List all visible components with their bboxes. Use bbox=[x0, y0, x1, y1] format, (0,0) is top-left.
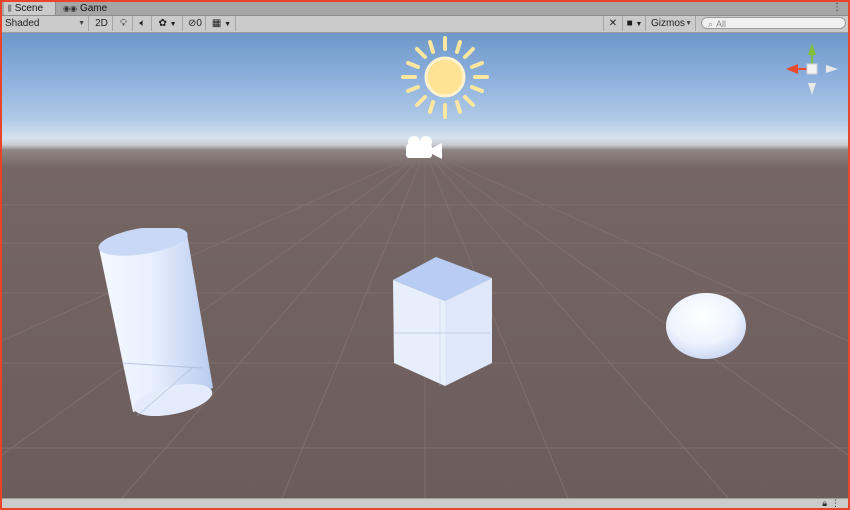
gizmos-label: Gizmos bbox=[651, 18, 685, 29]
chevron-down-icon: ▼ bbox=[635, 21, 643, 28]
tab-scene-label: Scene bbox=[14, 3, 44, 14]
scene-window: ⫼ Scene ◉◉ Game ⋮ Shaded ▼ 2D 💡︎ 🔈︎ ✿ ▼ ⊘0… bbox=[0, 0, 850, 510]
status-bar: 🔒︎⋮ bbox=[2, 498, 848, 508]
camera-icon: ■ bbox=[626, 18, 633, 29]
scene-toolbar: Shaded ▼ 2D 💡︎ 🔈︎ ✿ ▼ ⊘0 ▦ ▼ ✕ ■ ▼ Gizmo… bbox=[2, 16, 848, 33]
tools-button[interactable]: ✕ bbox=[603, 16, 623, 31]
search-icon: ⌕ bbox=[708, 19, 714, 29]
lock-icon[interactable]: 🔒︎ bbox=[822, 498, 831, 508]
draw-mode-label: Shaded bbox=[5, 18, 40, 29]
directional-light-icon[interactable] bbox=[397, 33, 493, 125]
lightbulb-icon: 💡︎ bbox=[120, 18, 127, 29]
tab-strip: ⫼ Scene ◉◉ Game ⋮ bbox=[2, 2, 848, 16]
chevron-down-icon: ▼ bbox=[78, 20, 85, 27]
chevron-down-icon: ▼ bbox=[224, 21, 232, 28]
tab-game[interactable]: ◉◉ Game bbox=[59, 2, 109, 15]
camera-settings-dropdown[interactable]: ■ ▼ bbox=[624, 16, 646, 31]
scene-viewport[interactable] bbox=[2, 33, 848, 498]
grid-dropdown[interactable]: ▦ ▼ bbox=[208, 16, 236, 31]
speaker-icon: 🔈︎ bbox=[139, 18, 146, 29]
overflow-icon[interactable]: ⋮ bbox=[831, 498, 844, 508]
search-placeholder: All bbox=[716, 19, 727, 29]
effects-dropdown[interactable]: ✿ ▼ bbox=[153, 16, 183, 31]
audio-toggle[interactable]: 🔈︎ bbox=[134, 16, 152, 31]
scene-hash-icon: ⫼ bbox=[8, 4, 12, 13]
cube-object[interactable] bbox=[390, 253, 496, 388]
lighting-toggle[interactable]: 💡︎ bbox=[115, 16, 133, 31]
scene-visibility-toggle[interactable]: ⊘0 bbox=[185, 16, 206, 31]
cylinder-object[interactable] bbox=[97, 228, 217, 428]
tools-icon: ✕ bbox=[608, 18, 618, 29]
hidden-count: 0 bbox=[196, 18, 202, 29]
camera-gizmo-icon[interactable] bbox=[402, 133, 446, 163]
tab-scene[interactable]: ⫼ Scene bbox=[4, 2, 56, 15]
x-axis-cone-icon bbox=[786, 64, 798, 74]
gizmos-dropdown[interactable]: Gizmos ▼ bbox=[648, 16, 696, 31]
2d-mode-toggle[interactable]: 2D bbox=[91, 16, 113, 31]
chevron-down-icon: ▼ bbox=[685, 20, 692, 27]
tab-menu-icon[interactable]: ⋮ bbox=[832, 2, 842, 14]
search-input[interactable]: ⌕ All bbox=[701, 17, 846, 29]
effects-icon: ✿ bbox=[158, 18, 167, 29]
draw-mode-dropdown[interactable]: Shaded ▼ bbox=[2, 16, 89, 31]
game-controller-icon: ◉◉ bbox=[63, 4, 77, 13]
tab-game-label: Game bbox=[79, 3, 108, 14]
chevron-down-icon: ▼ bbox=[169, 21, 177, 28]
grid-icon: ▦ bbox=[211, 18, 222, 29]
y-axis-cone-icon bbox=[808, 43, 816, 55]
sphere-object[interactable] bbox=[662, 288, 750, 364]
orientation-gizmo[interactable] bbox=[782, 39, 842, 99]
